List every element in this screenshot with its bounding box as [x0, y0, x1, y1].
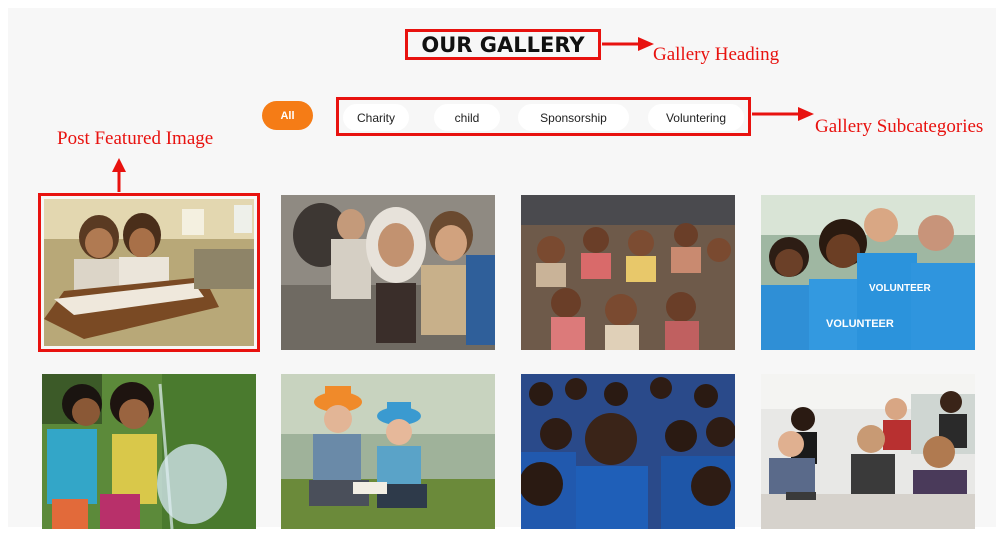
arrow-right-icon [752, 107, 814, 121]
volunteer-shirt-text: VOLUNTEER [826, 318, 894, 330]
filter-sponsorship-button[interactable]: Sponsorship [518, 104, 629, 131]
volunteer-shirt-text: VOLUNTEER [869, 283, 931, 294]
arrow-up-icon [112, 158, 126, 192]
annotation-gallery-heading: Gallery Heading [653, 44, 780, 65]
filter-charity-button[interactable]: Charity [343, 104, 409, 131]
children-crowd-photo [521, 374, 735, 529]
gallery-heading-highlight: OUR GALLERY [405, 29, 601, 60]
gallery-heading: OUR GALLERY [421, 32, 585, 57]
arrow-right-icon [602, 37, 654, 51]
children-water-photo [42, 374, 256, 529]
classroom-clapping-photo [521, 195, 735, 350]
children-shawls-photo [281, 195, 495, 350]
gallery-image[interactable] [281, 374, 495, 529]
gallery-image[interactable] [44, 199, 254, 346]
subcategory-filter-bar: Charity child Sponsorship Voluntering [336, 97, 751, 136]
post-featured-image-highlight [38, 193, 260, 352]
filter-child-button[interactable]: child [434, 104, 500, 131]
gallery-image[interactable] [281, 195, 495, 350]
office-meeting-photo [761, 374, 975, 529]
filter-all-button[interactable]: All [262, 101, 313, 130]
annotation-post-featured-image: Post Featured Image [57, 128, 214, 149]
gallery-image[interactable] [521, 195, 735, 350]
volunteers-photo: VOLUNTEER VOLUNTEER [761, 195, 975, 350]
gallery-image[interactable]: VOLUNTEER VOLUNTEER [761, 195, 975, 350]
gallery-image[interactable] [521, 374, 735, 529]
classroom-girls-photo [44, 199, 254, 346]
gallery-image[interactable] [42, 374, 256, 529]
annotation-gallery-subcategories: Gallery Subcategories [815, 116, 984, 137]
gallery-image[interactable] [761, 374, 975, 529]
filter-voluntering-button[interactable]: Voluntering [648, 104, 744, 131]
boys-reading-photo [281, 374, 495, 529]
